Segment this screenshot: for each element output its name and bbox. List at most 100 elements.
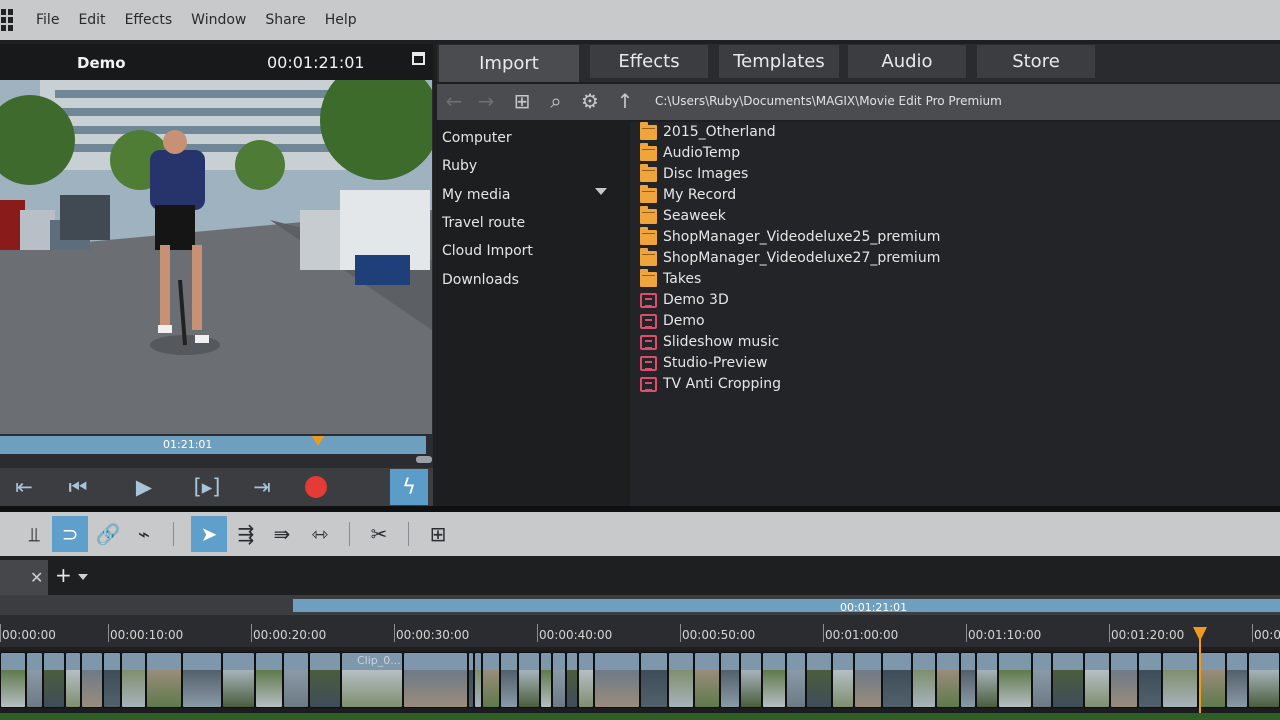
- place-computer[interactable]: Computer: [442, 130, 512, 146]
- preview-scrubber[interactable]: 01:21:01: [0, 436, 426, 454]
- timeline-clip[interactable]: [832, 652, 854, 708]
- play-icon[interactable]: ▶: [126, 471, 162, 503]
- list-item[interactable]: Takes: [640, 268, 701, 289]
- scrub-position-marker[interactable]: [312, 436, 324, 446]
- timeline-clip[interactable]: [121, 652, 146, 708]
- timeline-clip[interactable]: [1226, 652, 1248, 708]
- timeline-clip[interactable]: [882, 652, 912, 708]
- play-range-icon[interactable]: [▸]: [189, 471, 225, 503]
- pointer-tool-icon[interactable]: ➤: [191, 516, 227, 552]
- timeline-clip[interactable]: [1248, 652, 1280, 708]
- timeline-clip[interactable]: [500, 652, 518, 708]
- timeline-clip[interactable]: [1162, 652, 1198, 708]
- list-item[interactable]: ShopManager_Videodeluxe25_premium: [640, 226, 940, 247]
- folder-tree-icon[interactable]: ⊞: [509, 88, 535, 114]
- menu-share[interactable]: Share: [265, 12, 305, 28]
- tab-templates[interactable]: Templates: [719, 45, 839, 78]
- timeline-ruler[interactable]: 00:00:00 00:00:10:00 00:00:20:00 00:00:3…: [0, 615, 1280, 647]
- place-downloads[interactable]: Downloads: [442, 272, 519, 288]
- timeline-clip[interactable]: [854, 652, 882, 708]
- range-select-icon[interactable]: ⇶: [228, 516, 264, 552]
- stretch-tool-icon[interactable]: ⇿: [302, 516, 338, 552]
- timeline-clip[interactable]: [668, 652, 694, 708]
- list-item[interactable]: ShopManager_Videodeluxe27_premium: [640, 247, 940, 268]
- timeline-clip[interactable]: [1198, 652, 1226, 708]
- list-item[interactable]: Demo 3D: [640, 290, 729, 310]
- timeline-clip[interactable]: [936, 652, 960, 708]
- timeline-clip[interactable]: [578, 652, 594, 708]
- timeline-clip[interactable]: Clip_0...: [341, 652, 403, 708]
- menu-window[interactable]: Window: [191, 12, 246, 28]
- timeline-clip[interactable]: [552, 652, 566, 708]
- tab-audio[interactable]: Audio: [848, 45, 966, 78]
- timeline-clip[interactable]: [403, 652, 468, 708]
- place-my-media[interactable]: My media: [442, 187, 510, 203]
- list-item[interactable]: Disc Images: [640, 163, 748, 184]
- list-item[interactable]: Demo: [640, 311, 705, 331]
- place-cloud-import[interactable]: Cloud Import: [442, 243, 533, 259]
- timeline-clip[interactable]: [566, 652, 578, 708]
- go-to-end-icon[interactable]: ⇥: [244, 471, 280, 503]
- search-icon[interactable]: ⌕: [543, 88, 569, 114]
- timeline-clip[interactable]: [806, 652, 832, 708]
- quick-action-icon[interactable]: ϟ: [390, 469, 428, 505]
- tab-import[interactable]: Import: [439, 45, 579, 82]
- add-tab-icon[interactable]: +: [55, 563, 72, 587]
- timeline-clip[interactable]: [182, 652, 222, 708]
- timeline-clip[interactable]: [103, 652, 121, 708]
- playhead-line[interactable]: [1199, 638, 1201, 720]
- timeline-clip[interactable]: [1052, 652, 1084, 708]
- timeline-clip[interactable]: [43, 652, 65, 708]
- timeline-clip[interactable]: [960, 652, 976, 708]
- timeline-clip[interactable]: [594, 652, 640, 708]
- timeline-clip[interactable]: [720, 652, 740, 708]
- chevron-down-icon[interactable]: [78, 574, 88, 580]
- timeline-clip[interactable]: [146, 652, 182, 708]
- place-travel-route[interactable]: Travel route: [442, 215, 525, 231]
- audio-track-strip[interactable]: [0, 713, 1280, 720]
- timeline-clip[interactable]: [1138, 652, 1162, 708]
- tab-store[interactable]: Store: [977, 45, 1095, 78]
- timeline-clip[interactable]: [540, 652, 552, 708]
- menu-edit[interactable]: Edit: [78, 12, 105, 28]
- timeline-clip[interactable]: [26, 652, 43, 708]
- insert-marker-icon[interactable]: ⊞: [420, 516, 456, 552]
- timeline-clip[interactable]: [482, 652, 500, 708]
- timeline-clip[interactable]: [640, 652, 668, 708]
- timeline-clip[interactable]: [283, 652, 309, 708]
- timeline-clip[interactable]: [518, 652, 540, 708]
- forward-icon[interactable]: →: [473, 88, 499, 114]
- timeline-clip[interactable]: [786, 652, 806, 708]
- timeline-clip[interactable]: [222, 652, 255, 708]
- list-item[interactable]: Seaweek: [640, 205, 726, 226]
- list-item[interactable]: 2015_Otherland: [640, 121, 776, 142]
- video-frame[interactable]: [0, 80, 432, 434]
- list-item[interactable]: TV Anti Cropping: [640, 374, 781, 394]
- settings-gear-icon[interactable]: ⚙: [577, 88, 603, 114]
- project-tab[interactable]: ✕: [0, 560, 48, 595]
- timeline-clip[interactable]: [740, 652, 762, 708]
- magnet-snap-icon[interactable]: ⊃: [52, 516, 88, 552]
- list-item[interactable]: Slideshow music: [640, 332, 779, 352]
- chevron-down-icon[interactable]: [595, 188, 607, 195]
- path-field[interactable]: C:\Users\Ruby\Documents\MAGIX\Movie Edit…: [655, 94, 1002, 108]
- timeline-clip[interactable]: [762, 652, 786, 708]
- scissors-icon[interactable]: ✂: [361, 516, 397, 552]
- audio-mixer-icon[interactable]: ⫫: [16, 516, 52, 552]
- range-selection[interactable]: [293, 599, 1280, 612]
- timeline-clip[interactable]: [998, 652, 1032, 708]
- menu-effects[interactable]: Effects: [125, 12, 173, 28]
- link-icon[interactable]: 🔗: [90, 516, 126, 552]
- back-icon[interactable]: ←: [441, 88, 467, 114]
- up-folder-icon[interactable]: ↑: [612, 88, 638, 114]
- timeline-clip[interactable]: [694, 652, 720, 708]
- menu-file[interactable]: File: [36, 12, 59, 28]
- menu-help[interactable]: Help: [325, 12, 357, 28]
- timeline-clip[interactable]: [255, 652, 283, 708]
- tab-effects[interactable]: Effects: [590, 45, 708, 78]
- timeline-clip[interactable]: [912, 652, 936, 708]
- maximize-icon[interactable]: [412, 52, 425, 65]
- close-icon[interactable]: ✕: [30, 568, 43, 587]
- list-item[interactable]: My Record: [640, 184, 736, 205]
- previous-marker-icon[interactable]: ⏮: [60, 471, 96, 503]
